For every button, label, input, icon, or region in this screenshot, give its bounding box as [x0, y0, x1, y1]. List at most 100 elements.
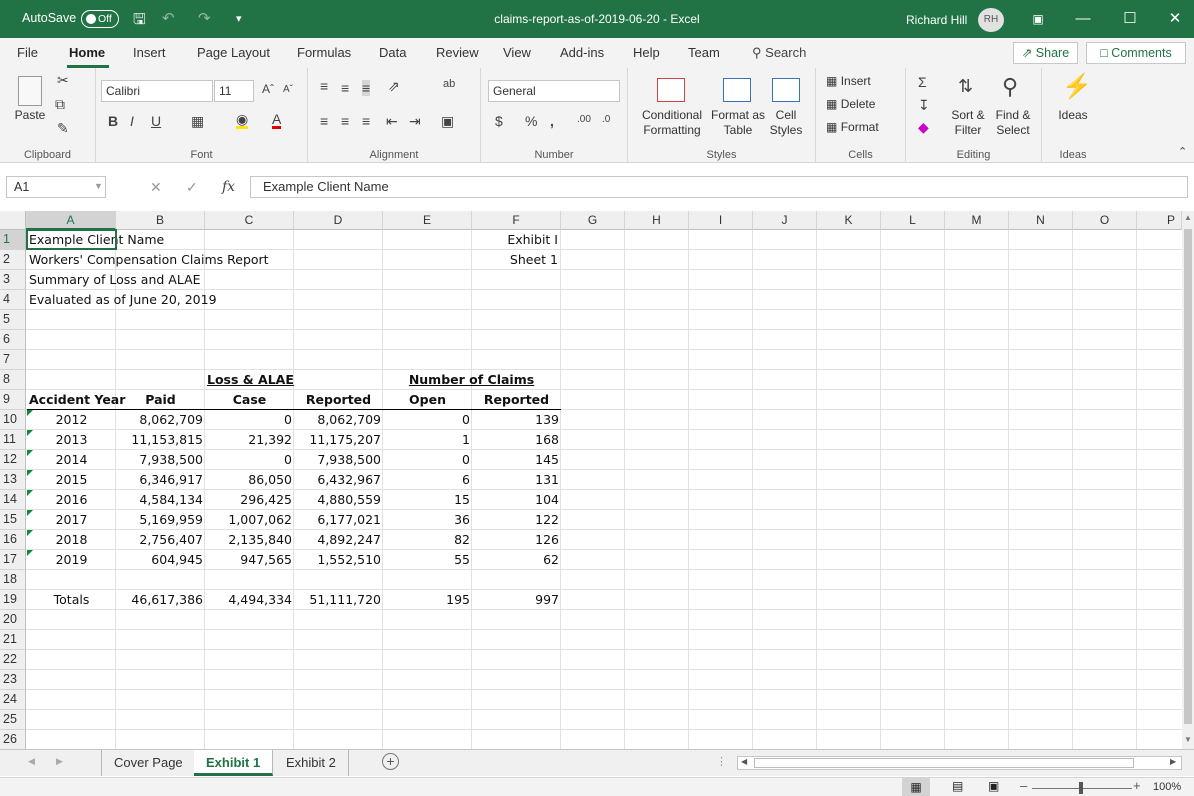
font-color-icon[interactable]: A: [272, 112, 282, 129]
table-row[interactable]: 2012: [27, 410, 116, 430]
column-header-k[interactable]: K: [817, 211, 881, 230]
table-cell[interactable]: 8,062,709: [294, 410, 383, 430]
tab-home[interactable]: Home: [69, 45, 105, 60]
row-header-22[interactable]: 22: [0, 650, 26, 670]
tab-splitter-icon[interactable]: ⋮: [716, 755, 727, 768]
table-cell[interactable]: 131: [472, 470, 561, 490]
table-cell[interactable]: 2,756,407: [116, 530, 205, 550]
fill-icon[interactable]: ↧: [918, 97, 930, 114]
table-cell[interactable]: 11,175,207: [294, 430, 383, 450]
avatar[interactable]: RH: [978, 8, 1004, 32]
merge-center-icon[interactable]: ▣: [441, 113, 454, 130]
cell-styles-icon[interactable]: [772, 78, 800, 102]
page-break-view-icon[interactable]: ▣: [988, 779, 999, 793]
column-header-p[interactable]: P: [1137, 211, 1182, 230]
fill-color-icon[interactable]: ◉: [236, 112, 249, 129]
close-icon[interactable]: ✕: [1162, 6, 1188, 32]
cut-icon[interactable]: ✂: [57, 72, 69, 89]
share-button[interactable]: ⇗ Share: [1013, 42, 1078, 64]
orientation-icon[interactable]: ⇗: [388, 78, 400, 95]
increase-indent-icon[interactable]: ⇥: [409, 113, 421, 130]
name-box[interactable]: A1: [6, 176, 106, 198]
table-cell[interactable]: 21,392: [205, 430, 294, 450]
number-format-select[interactable]: General: [488, 80, 620, 102]
table-row[interactable]: 2019: [27, 550, 116, 570]
italic-icon[interactable]: I: [130, 113, 134, 129]
table-cell[interactable]: 86,050: [205, 470, 294, 490]
header-paid[interactable]: Paid: [116, 390, 205, 410]
table-cell[interactable]: 1,007,062: [205, 510, 294, 530]
zoom-out-icon[interactable]: –: [1020, 778, 1027, 793]
lightning-icon[interactable]: ⚡: [1062, 72, 1092, 101]
row-header-20[interactable]: 20: [0, 610, 26, 630]
table-cell[interactable]: 145: [472, 450, 561, 470]
table-cell[interactable]: 0: [383, 410, 472, 430]
enter-icon[interactable]: ✓: [186, 179, 198, 196]
row-header-9[interactable]: 9: [0, 390, 26, 410]
insert-function-icon[interactable]: fx: [222, 179, 235, 195]
align-left-icon[interactable]: ≡: [320, 113, 328, 129]
collapse-ribbon-icon[interactable]: ⌃: [1178, 145, 1187, 158]
column-header-h[interactable]: H: [625, 211, 689, 230]
format-painter-icon[interactable]: ✎: [57, 120, 69, 137]
table-cell[interactable]: 604,945: [116, 550, 205, 570]
totals-case[interactable]: 4,494,334: [205, 590, 294, 610]
tab-insert[interactable]: Insert: [133, 45, 166, 60]
table-cell[interactable]: 296,425: [205, 490, 294, 510]
table-cell[interactable]: 15: [383, 490, 472, 510]
row-header-7[interactable]: 7: [0, 350, 26, 370]
column-header-l[interactable]: L: [881, 211, 945, 230]
underline-icon[interactable]: U: [151, 113, 161, 129]
row-header-3[interactable]: 3: [0, 270, 26, 290]
next-sheet-icon[interactable]: ▶: [56, 756, 63, 767]
totals-label[interactable]: Totals: [27, 590, 116, 610]
tab-add-ins[interactable]: Add-ins: [560, 45, 604, 60]
row-header-19[interactable]: 19: [0, 590, 26, 610]
table-cell[interactable]: 122: [472, 510, 561, 530]
ribbon-display-icon[interactable]: ▣: [1025, 6, 1051, 32]
sheet-tab-exhibit-1[interactable]: Exhibit 1: [194, 750, 274, 776]
align-center-icon[interactable]: ≡: [341, 113, 349, 129]
increase-decimal-icon[interactable]: .00: [577, 114, 591, 125]
table-cell[interactable]: 139: [472, 410, 561, 430]
font-size-select[interactable]: 11: [214, 80, 254, 102]
column-header-e[interactable]: E: [383, 211, 472, 230]
row-header-10[interactable]: 10: [0, 410, 26, 430]
table-cell[interactable]: 7,938,500: [116, 450, 205, 470]
row-header-17[interactable]: 17: [0, 550, 26, 570]
column-header-j[interactable]: J: [753, 211, 817, 230]
vertical-scroll-thumb[interactable]: [1184, 229, 1192, 724]
row-header-12[interactable]: 12: [0, 450, 26, 470]
tab-review[interactable]: Review: [436, 45, 479, 60]
scroll-left-icon[interactable]: ◀: [741, 757, 747, 766]
cell-a3[interactable]: Summary of Loss and ALAE: [27, 270, 203, 290]
maximize-icon[interactable]: ☐: [1117, 6, 1143, 32]
row-header-25[interactable]: 25: [0, 710, 26, 730]
table-cell[interactable]: 4,584,134: [116, 490, 205, 510]
find-select-icon[interactable]: ⚲: [1002, 74, 1018, 100]
delete-cells-button[interactable]: ▦ Delete: [826, 97, 875, 112]
decrease-indent-icon[interactable]: ⇤: [386, 113, 398, 130]
table-cell[interactable]: 4,892,247: [294, 530, 383, 550]
format-as-table-button[interactable]: Format as Table: [708, 108, 768, 138]
row-header-11[interactable]: 11: [0, 430, 26, 450]
column-header-a[interactable]: A: [26, 211, 116, 230]
column-header-c[interactable]: C: [205, 211, 294, 230]
name-box-dropdown-icon[interactable]: ▼: [94, 181, 103, 191]
row-header-13[interactable]: 13: [0, 470, 26, 490]
user-name[interactable]: Richard Hill: [906, 13, 967, 27]
vertical-scrollbar[interactable]: ▲ ▼: [1182, 211, 1194, 749]
row-header-6[interactable]: 6: [0, 330, 26, 350]
formula-input[interactable]: Example Client Name: [250, 176, 1188, 198]
table-cell[interactable]: 947,565: [205, 550, 294, 570]
row-header-14[interactable]: 14: [0, 490, 26, 510]
normal-view-icon[interactable]: ▦: [902, 778, 930, 796]
table-cell[interactable]: 4,880,559: [294, 490, 383, 510]
borders-icon[interactable]: ▦: [191, 113, 204, 130]
table-cell[interactable]: 6,177,021: [294, 510, 383, 530]
zoom-slider-thumb[interactable]: [1079, 782, 1083, 794]
table-cell[interactable]: 126: [472, 530, 561, 550]
conditional-formatting-button[interactable]: Conditional Formatting: [634, 108, 710, 138]
horizontal-scroll-thumb[interactable]: [754, 758, 1134, 768]
table-cell[interactable]: 5,169,959: [116, 510, 205, 530]
